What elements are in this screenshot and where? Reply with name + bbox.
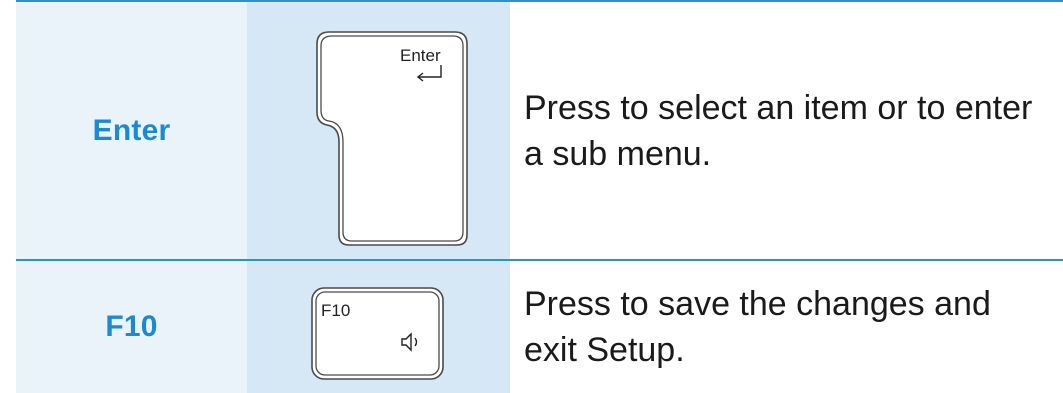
keycap-cell: F10: [247, 261, 510, 393]
table-row-f10: F10 F10 Press to save the changes and ex…: [16, 259, 1063, 393]
f10-keycap-illustration: [311, 287, 444, 380]
keyboard-shortcut-table: Enter Enter Press to select an item or t…: [16, 0, 1063, 393]
f10-keycap-label: F10: [321, 301, 351, 320]
enter-keycap-illustration: [316, 31, 468, 246]
key-name-enter: Enter: [92, 114, 171, 147]
enter-description: Press to select an item or to enter a su…: [524, 89, 1033, 173]
table-row-enter: Enter Enter Press to select an item or t…: [16, 0, 1063, 260]
enter-keycap-label: Enter: [400, 46, 441, 65]
key-name-cell: F10: [16, 261, 247, 393]
key-name-f10: F10: [105, 310, 158, 343]
description-cell: Press to select an item or to enter a su…: [510, 2, 1063, 260]
description-cell: Press to save the changes and exit Setup…: [510, 261, 1063, 393]
key-name-cell: Enter: [16, 2, 247, 260]
f10-description: Press to save the changes and exit Setup…: [524, 285, 991, 369]
keycap-cell: Enter: [247, 2, 510, 260]
